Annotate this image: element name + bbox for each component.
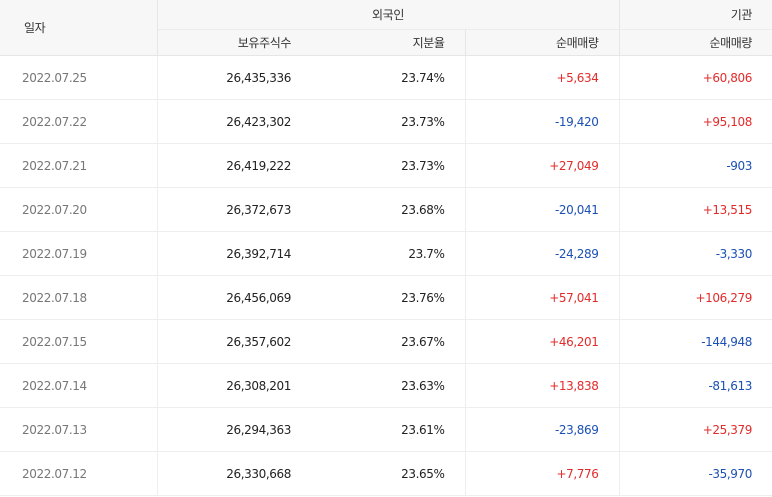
holdings-cell: 26,456,069 [157,275,311,320]
holdings-cell: 26,392,714 [157,231,311,276]
share-ratio-cell: 23.63% [311,363,466,408]
foreign-group-header: 외국인 [157,0,620,30]
table-header: 일자 외국인 기관 보유주식수 지분율 순매매량 순매매량 [0,0,772,56]
foreign-net-cell: -19,420 [465,99,620,144]
foreign-net-cell: -24,289 [465,231,620,276]
institution-net-column-header: 순매매량 [619,29,772,56]
date-cell: 2022.07.18 [0,275,158,320]
date-cell: 2022.07.20 [0,187,158,232]
date-cell: 2022.07.15 [0,319,158,364]
holdings-cell: 26,435,336 [157,55,311,100]
holdings-cell: 26,372,673 [157,187,311,232]
foreign-net-cell: +13,838 [465,363,620,408]
holdings-column-header: 보유주식수 [157,29,311,56]
table-body: 2022.07.25 26,435,336 23.74% +5,634 +60,806 2… [0,55,772,496]
share-ratio-cell: 23.65% [311,451,466,496]
table-row: 2022.07.18 26,456,069 23.76% +57,041 +106,27… [0,275,772,320]
table-row: 2022.07.13 26,294,363 23.61% -23,869 +25,379 [0,407,772,452]
share-ratio-cell: 23.74% [311,55,466,100]
table-row: 2022.07.20 26,372,673 23.68% -20,041 +13,515 [0,187,772,232]
holdings-cell: 26,330,668 [157,451,311,496]
foreign-net-cell: -20,041 [465,187,620,232]
investor-trading-table: 일자 외국인 기관 보유주식수 지분율 순매매량 순매매량 2022.07.25… [0,0,772,496]
holdings-cell: 26,419,222 [157,143,311,188]
institution-net-cell: +95,108 [619,99,772,144]
foreign-net-cell: -23,869 [465,407,620,452]
table-row: 2022.07.15 26,357,602 23.67% +46,201 -144,94… [0,319,772,364]
table-row: 2022.07.12 26,330,668 23.65% +7,776 -35,970 [0,451,772,496]
date-cell: 2022.07.12 [0,451,158,496]
share-ratio-cell: 23.67% [311,319,466,364]
holdings-cell: 26,308,201 [157,363,311,408]
share-ratio-cell: 23.68% [311,187,466,232]
institution-net-cell: +60,806 [619,55,772,100]
institution-net-cell: +106,279 [619,275,772,320]
holdings-cell: 26,357,602 [157,319,311,364]
table-row: 2022.07.21 26,419,222 23.73% +27,049 -903 [0,143,772,188]
institution-group-header: 기관 [619,0,772,30]
institution-net-cell: -3,330 [619,231,772,276]
institution-net-cell: -903 [619,143,772,188]
share-ratio-column-header: 지분율 [311,29,466,56]
foreign-net-cell: +57,041 [465,275,620,320]
holdings-cell: 26,294,363 [157,407,311,452]
foreign-net-cell: +5,634 [465,55,620,100]
table-row: 2022.07.19 26,392,714 23.7% -24,289 -3,330 [0,231,772,276]
foreign-net-cell: +46,201 [465,319,620,364]
institution-net-cell: -81,613 [619,363,772,408]
institution-net-cell: +13,515 [619,187,772,232]
date-cell: 2022.07.13 [0,407,158,452]
foreign-net-column-header: 순매매량 [465,29,620,56]
share-ratio-cell: 23.76% [311,275,466,320]
holdings-cell: 26,423,302 [157,99,311,144]
table-row: 2022.07.22 26,423,302 23.73% -19,420 +95,108 [0,99,772,144]
share-ratio-cell: 23.61% [311,407,466,452]
date-cell: 2022.07.25 [0,55,158,100]
table-row: 2022.07.25 26,435,336 23.74% +5,634 +60,806 [0,55,772,100]
date-cell: 2022.07.14 [0,363,158,408]
share-ratio-cell: 23.73% [311,143,466,188]
share-ratio-cell: 23.7% [311,231,466,276]
date-cell: 2022.07.19 [0,231,158,276]
table-row: 2022.07.14 26,308,201 23.63% +13,838 -81,613 [0,363,772,408]
institution-net-cell: +25,379 [619,407,772,452]
foreign-net-cell: +27,049 [465,143,620,188]
institution-net-cell: -144,948 [619,319,772,364]
share-ratio-cell: 23.73% [311,99,466,144]
date-cell: 2022.07.21 [0,143,158,188]
institution-net-cell: -35,970 [619,451,772,496]
foreign-net-cell: +7,776 [465,451,620,496]
date-column-header: 일자 [0,0,158,56]
date-cell: 2022.07.22 [0,99,158,144]
